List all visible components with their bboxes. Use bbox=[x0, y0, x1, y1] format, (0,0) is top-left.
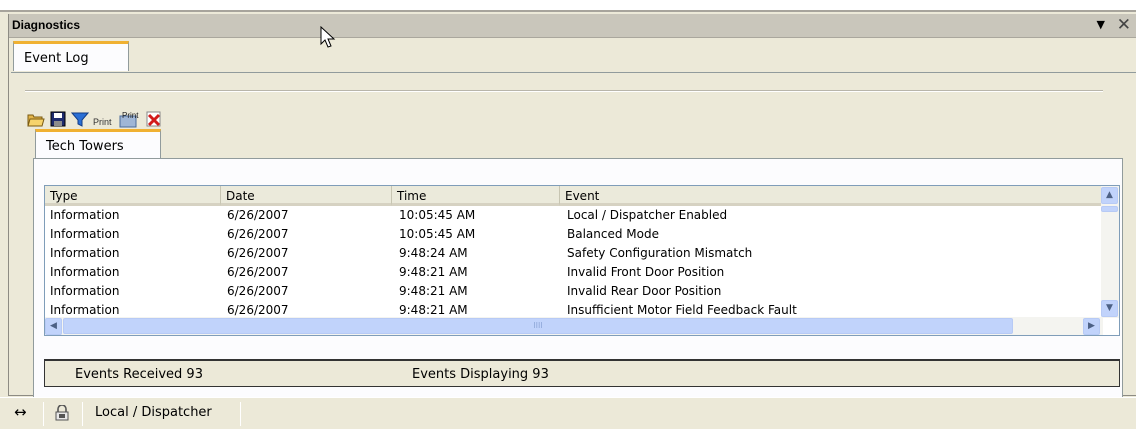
dropdown-arrow-icon[interactable]: ▼ bbox=[1097, 18, 1105, 31]
cell-date: 6/26/2007 bbox=[227, 246, 289, 260]
toolbar-divider bbox=[25, 90, 1103, 92]
separator bbox=[43, 402, 44, 426]
cell-event: Safety Configuration Mismatch bbox=[567, 246, 753, 260]
vertical-scrollbar[interactable]: ▲ ▼ bbox=[1101, 186, 1119, 318]
horizontal-scrollbar[interactable]: ◀ IIII ▶ bbox=[45, 317, 1103, 335]
events-received-text: Events Received 93 bbox=[75, 367, 203, 382]
bottom-status-bar: ↔ Local / Dispatcher bbox=[0, 397, 1136, 429]
separator bbox=[240, 402, 241, 426]
tab-event-log-label: Event Log bbox=[24, 51, 89, 66]
cell-date: 6/26/2007 bbox=[227, 265, 289, 279]
mouse-cursor-icon bbox=[320, 26, 336, 48]
scroll-down-icon[interactable]: ▼ bbox=[1101, 300, 1118, 317]
table-row[interactable]: Information 6/26/2007 9:48:21 AM Invalid… bbox=[45, 265, 1095, 284]
print-icon[interactable]: Print bbox=[93, 110, 115, 128]
cell-date: 6/26/2007 bbox=[227, 303, 289, 317]
cell-event: Local / Dispatcher Enabled bbox=[567, 208, 728, 222]
print-preview-icon[interactable]: Print bbox=[119, 110, 141, 128]
cell-time: 9:48:24 AM bbox=[399, 246, 468, 260]
scroll-left-icon[interactable]: ◀ bbox=[45, 318, 62, 335]
close-icon[interactable]: ✕ bbox=[1117, 15, 1131, 35]
horizontal-scroll-thumb[interactable]: IIII bbox=[63, 318, 1013, 334]
tab-tech-towers[interactable]: Tech Towers bbox=[35, 129, 161, 159]
cell-type: Information bbox=[50, 246, 120, 260]
scroll-grip: IIII bbox=[533, 321, 543, 330]
table-row[interactable]: Information 6/26/2007 9:48:24 AM Safety … bbox=[45, 246, 1095, 265]
tab-event-log[interactable]: Event Log bbox=[13, 41, 129, 71]
cell-time: 9:48:21 AM bbox=[399, 303, 468, 317]
cell-time: 10:05:45 AM bbox=[399, 208, 476, 222]
scroll-up-icon[interactable]: ▲ bbox=[1101, 187, 1118, 204]
svg-text:Print: Print bbox=[93, 117, 112, 127]
cell-date: 6/26/2007 bbox=[227, 284, 289, 298]
cell-time: 9:48:21 AM bbox=[399, 265, 468, 279]
lock-icon[interactable] bbox=[55, 405, 69, 421]
window-top-edge bbox=[0, 0, 1136, 12]
cell-type: Information bbox=[50, 265, 120, 279]
cell-time: 10:05:45 AM bbox=[399, 227, 476, 241]
event-table: Type Date Time Event Information 6/26/20… bbox=[44, 185, 1120, 336]
table-row[interactable]: Information 6/26/2007 10:05:45 AM Balanc… bbox=[45, 227, 1095, 246]
status-bar: Events Received 93 Events Displaying 93 bbox=[44, 359, 1120, 387]
cell-event: Invalid Front Door Position bbox=[567, 265, 725, 279]
column-header-date[interactable]: Date bbox=[221, 186, 392, 206]
tech-towers-panel: Type Date Time Event Information 6/26/20… bbox=[33, 158, 1123, 400]
cell-event: Invalid Rear Door Position bbox=[567, 284, 722, 298]
column-header-type[interactable]: Type bbox=[45, 186, 221, 206]
column-header-event[interactable]: Event bbox=[560, 186, 1103, 206]
panel-titlebar[interactable]: Diagnostics ▼ ✕ bbox=[9, 14, 1136, 38]
cell-time: 9:48:21 AM bbox=[399, 284, 468, 298]
filter-icon[interactable] bbox=[71, 110, 89, 128]
table-row[interactable]: Information 6/26/2007 9:48:21 AM Invalid… bbox=[45, 284, 1095, 303]
cell-type: Information bbox=[50, 303, 120, 317]
clear-icon[interactable] bbox=[145, 110, 163, 128]
cell-type: Information bbox=[50, 227, 120, 241]
tab-tech-towers-label: Tech Towers bbox=[46, 139, 124, 154]
arrows-icon[interactable]: ↔ bbox=[14, 403, 27, 421]
svg-text:Print: Print bbox=[122, 111, 139, 120]
vertical-scroll-thumb[interactable] bbox=[1101, 206, 1118, 212]
cell-event: Insufficient Motor Field Feedback Fault bbox=[567, 303, 797, 317]
diagnostics-panel: Diagnostics ▼ ✕ Event Log Print Print Te… bbox=[8, 14, 1136, 400]
save-icon[interactable] bbox=[49, 110, 67, 128]
table-row[interactable]: Information 6/26/2007 10:05:45 AM Local … bbox=[45, 208, 1095, 227]
panel-title: Diagnostics bbox=[12, 18, 81, 32]
cell-date: 6/26/2007 bbox=[227, 208, 289, 222]
cell-event: Balanced Mode bbox=[567, 227, 659, 241]
open-folder-icon[interactable] bbox=[27, 110, 45, 128]
cell-type: Information bbox=[50, 284, 120, 298]
cell-type: Information bbox=[50, 208, 120, 222]
separator bbox=[82, 402, 83, 426]
scroll-right-icon[interactable]: ▶ bbox=[1083, 318, 1100, 335]
column-header-time[interactable]: Time bbox=[392, 186, 560, 206]
events-displaying-text: Events Displaying 93 bbox=[412, 367, 549, 382]
cell-date: 6/26/2007 bbox=[227, 227, 289, 241]
mode-label: Local / Dispatcher bbox=[95, 405, 212, 420]
